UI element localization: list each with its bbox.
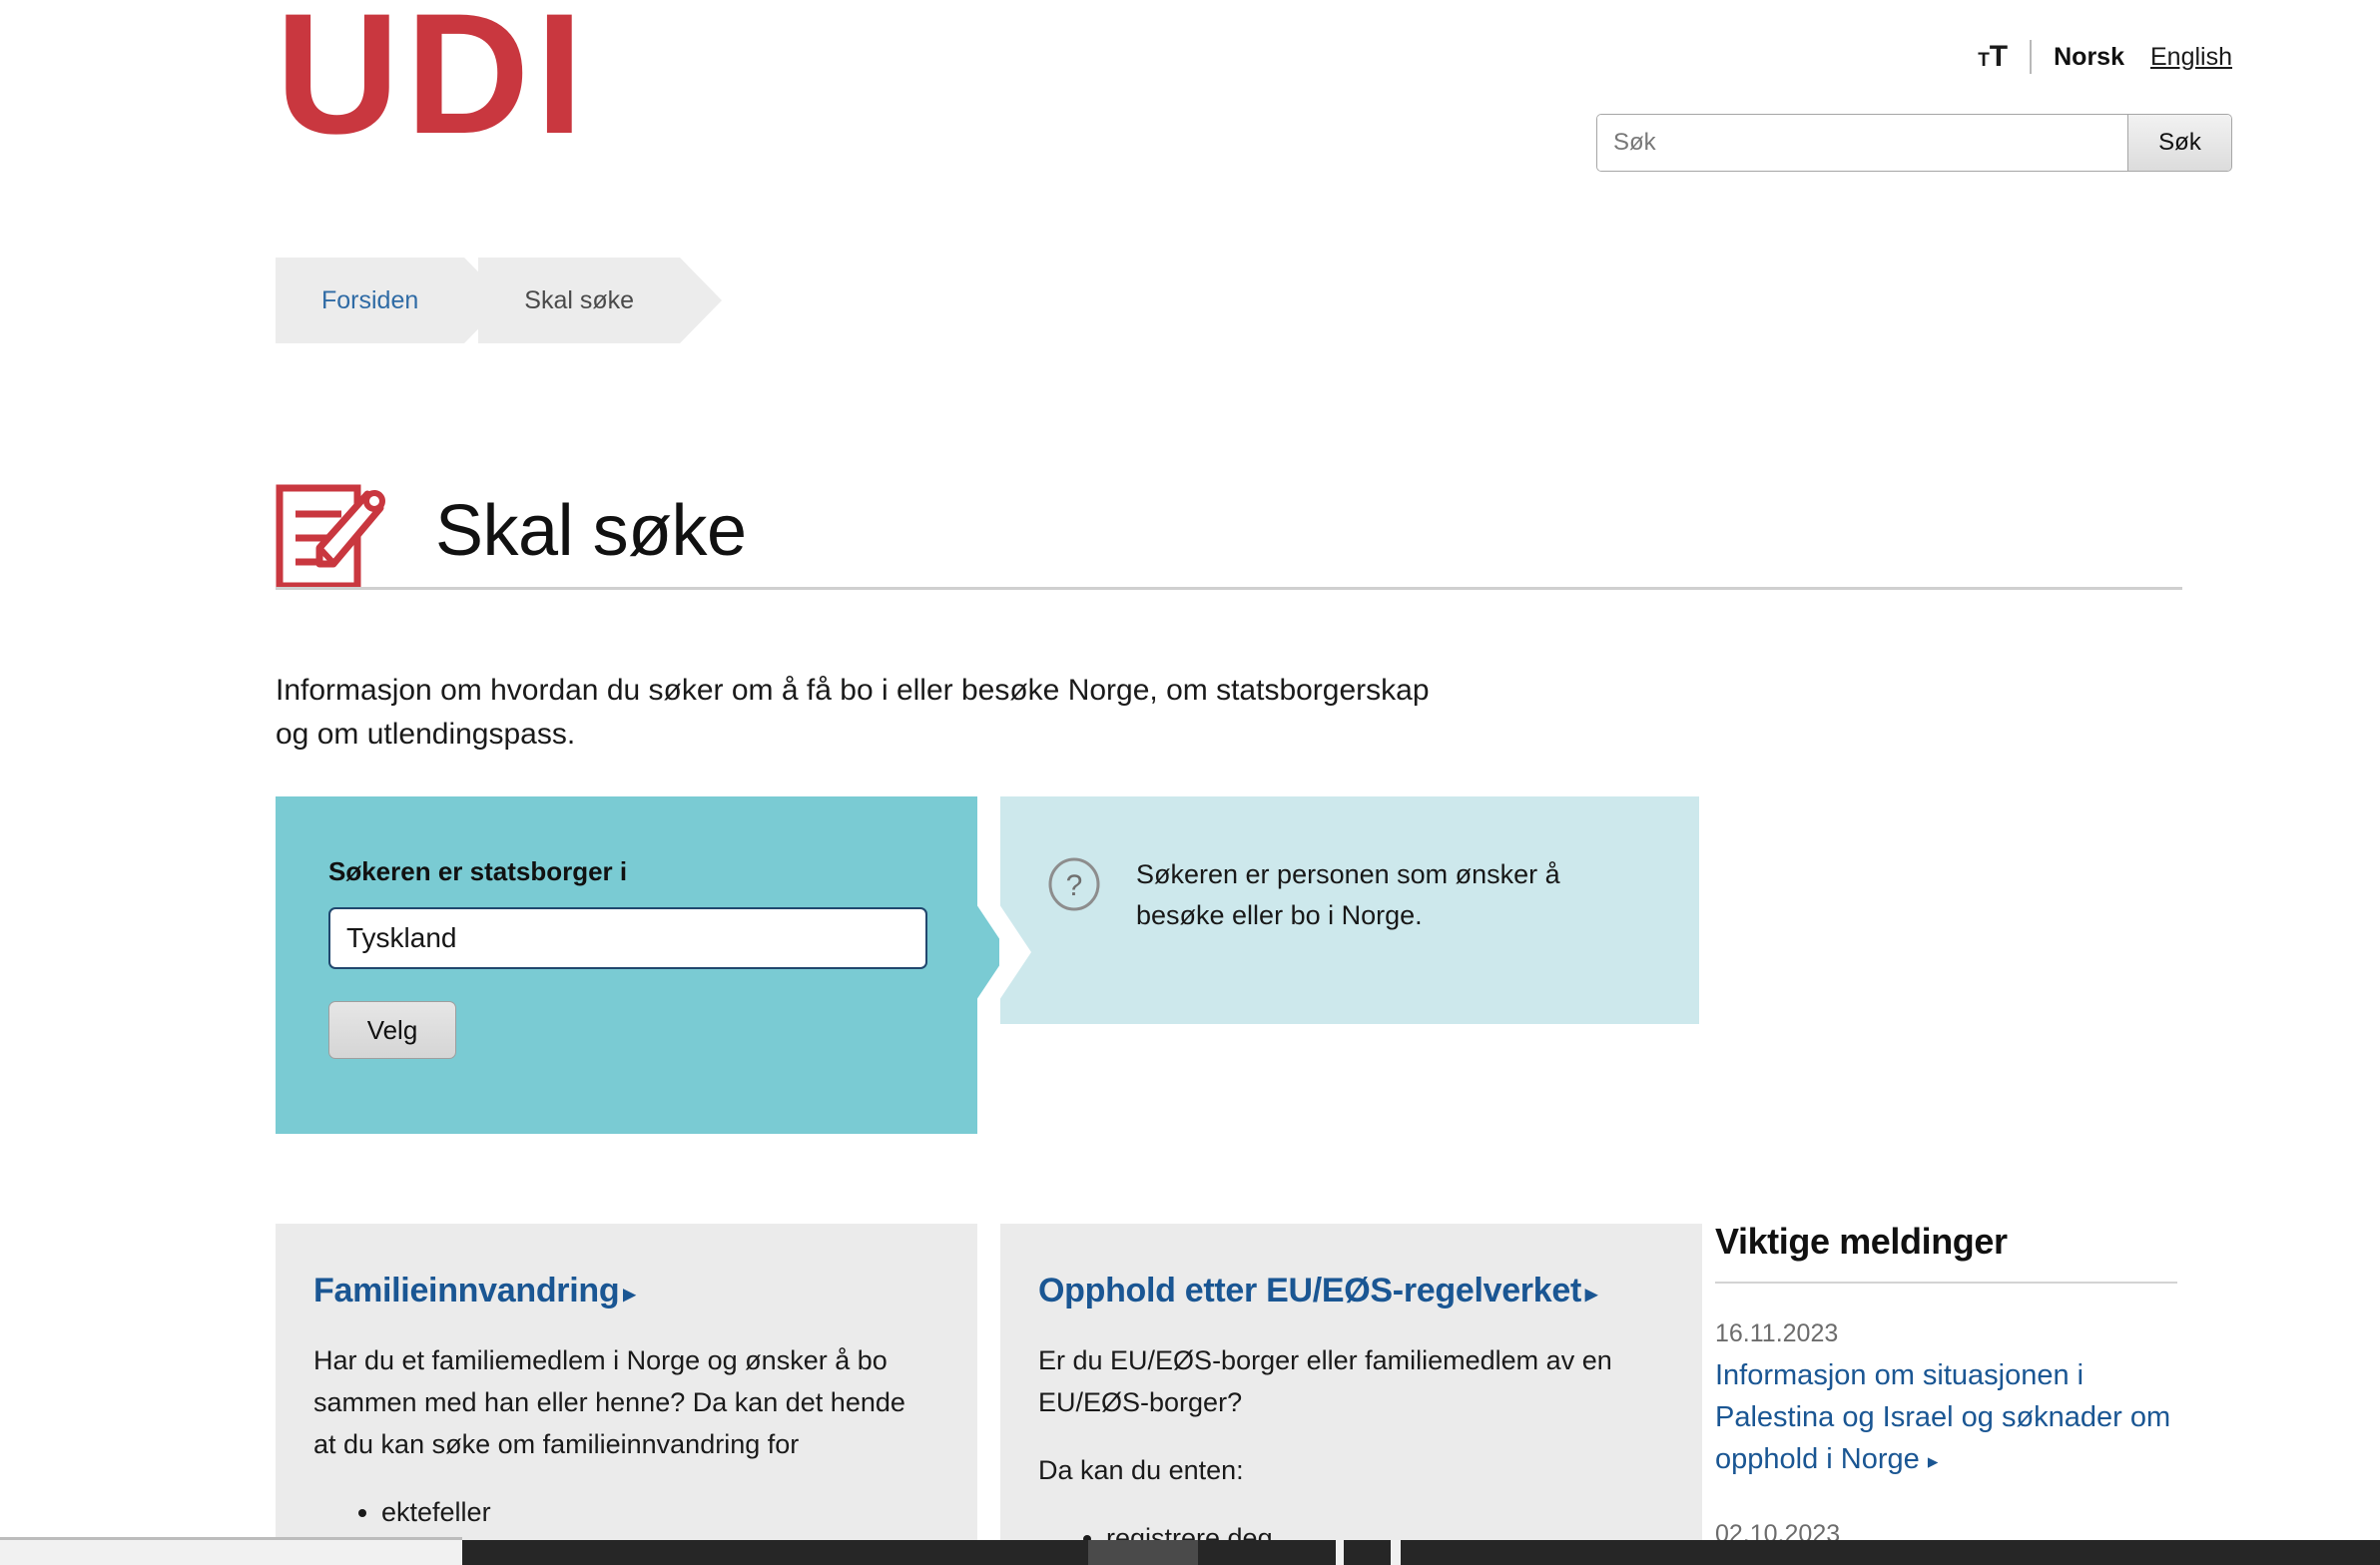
breadcrumb-item-skal-soke[interactable]: Skal søke (478, 258, 722, 343)
page-root: UDI TT Norsk English Søk Forsiden Skal s… (0, 0, 2380, 1565)
breadcrumb-item-forsiden[interactable]: Forsiden (276, 258, 507, 343)
site-header: UDI TT Norsk English Søk (0, 0, 2380, 215)
page-title-row: Skal søke (276, 447, 747, 615)
utility-divider (2030, 40, 2033, 74)
card-list: ektefeller (313, 1492, 931, 1534)
citizenship-label: Søkeren er statsborger i (328, 856, 628, 886)
citizenship-input[interactable] (328, 907, 927, 969)
card-paragraph: Er du EU/EØS-borger eller familiemedlem … (1038, 1345, 1612, 1417)
browser-bottom-strip (0, 1537, 462, 1565)
card-opphold-eu-eos[interactable]: Opphold etter EU/EØS-regelverket ▸ Er du … (1000, 1224, 1702, 1553)
taskbar-segment[interactable] (1088, 1540, 1198, 1565)
page-title: Skal søke (435, 491, 747, 572)
card-title-text: Opphold etter EU/EØS-regelverket (1038, 1272, 1581, 1309)
citizenship-panel: Søkeren er statsborger i Velg (276, 796, 1008, 1134)
topic-cards: Familieinnvandring ▸ Har du et familiemed… (276, 1224, 1702, 1553)
udi-logo[interactable]: UDI (276, 0, 589, 160)
sidebar-divider (1715, 1282, 2177, 1284)
card-familieinnvandring[interactable]: Familieinnvandring ▸ Har du et familiemed… (276, 1224, 977, 1553)
document-pencil-icon (276, 472, 387, 590)
applicant-info-panel: ? Søkeren er personen som ønsker å besøk… (999, 796, 1699, 1024)
card-paragraph: Da kan du enten: (1038, 1454, 1244, 1485)
taskbar-segment[interactable] (1391, 1540, 1401, 1565)
card-title-text: Familieinnvandring (313, 1272, 620, 1309)
message-link-text: Informasjon om situasjonen i Palestina o… (1715, 1359, 2171, 1476)
os-taskbar[interactable] (462, 1540, 2380, 1565)
card-title-link[interactable]: Opphold etter EU/EØS-regelverket ▸ (1038, 1272, 1656, 1310)
important-messages-sidebar: Viktige meldinger 16.11.2023 Informasjon… (1715, 1224, 2184, 1555)
utility-nav: TT Norsk English (1978, 40, 2232, 74)
breadcrumb: Forsiden Skal søke (276, 258, 722, 343)
svg-text:?: ? (1066, 869, 1083, 902)
text-size-icon[interactable]: TT (1978, 42, 2008, 72)
applicant-info-text: Søkeren er personen som ønsker å besøke … (1136, 859, 1560, 930)
chevron-right-icon: ▸ (623, 1281, 636, 1307)
sidebar-title: Viktige meldinger (1715, 1221, 2008, 1262)
breadcrumb-label: Skal søke (524, 285, 635, 314)
chevron-right-icon: ▸ (1927, 1450, 1939, 1474)
intro-text: Informasjon om hvordan du søker om å få … (276, 674, 1430, 751)
message-item: 16.11.2023 Informasjon om situasjonen i … (1715, 1319, 2184, 1480)
card-title-link[interactable]: Familieinnvandring ▸ (313, 1272, 931, 1310)
velg-button[interactable]: Velg (328, 1001, 456, 1059)
breadcrumb-label: Forsiden (321, 285, 419, 314)
question-mark-icon: ? (1046, 856, 1102, 912)
message-link[interactable]: Informasjon om situasjonen i Palestina o… (1715, 1354, 2184, 1480)
search-input[interactable] (1597, 115, 2127, 171)
chevron-right-icon: ▸ (1584, 1281, 1597, 1307)
taskbar-segment[interactable] (1336, 1540, 1344, 1565)
list-item: ektefeller (381, 1492, 931, 1534)
citizenship-selector-row: Søkeren er statsborger i Velg ? Søkeren … (276, 796, 1699, 1134)
message-date: 16.11.2023 (1715, 1319, 1839, 1347)
card-paragraph: Har du et familiemedlem i Norge og ønske… (313, 1345, 905, 1459)
title-divider (276, 587, 2182, 590)
search-bar: Søk (1596, 114, 2232, 172)
language-norsk[interactable]: Norsk (2054, 43, 2124, 72)
search-button[interactable]: Søk (2127, 115, 2231, 171)
language-english[interactable]: English (2150, 43, 2232, 72)
